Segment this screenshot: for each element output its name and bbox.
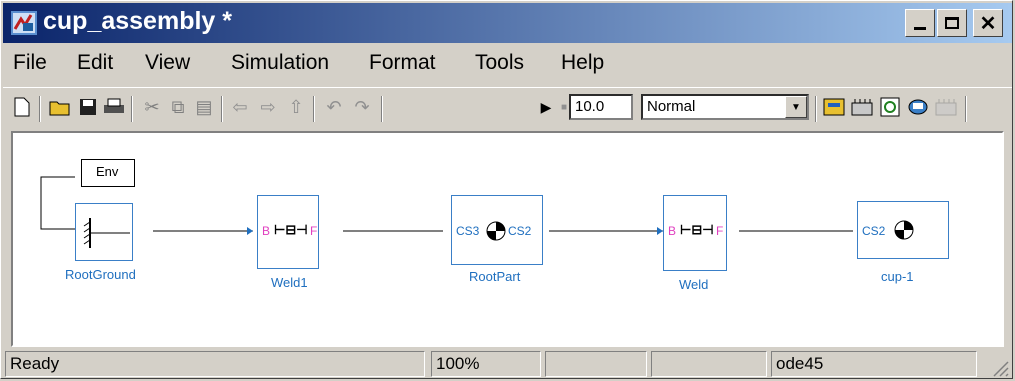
rootpart-block[interactable]: CS3 CS2 <box>451 195 543 265</box>
rootpart-port-cs2: CS2 <box>508 224 532 238</box>
maximize-icon <box>945 17 959 29</box>
print-button[interactable] <box>103 96 125 118</box>
menu-bar: File Edit View Simulation Format Tools H… <box>3 45 1012 85</box>
rootpart-label: RootPart <box>469 269 521 284</box>
new-file-icon <box>14 97 30 117</box>
menu-edit[interactable]: Edit <box>77 51 113 75</box>
weld-port-f: F <box>716 224 724 238</box>
menu-help[interactable]: Help <box>561 51 604 75</box>
rootground-block[interactable] <box>75 203 133 261</box>
library-browser-button[interactable] <box>851 96 873 118</box>
weld-block[interactable]: B ⊢⊟⊣ F <box>663 195 727 271</box>
rootpart-port-cs3: CS3 <box>456 224 480 238</box>
env-block[interactable]: Env <box>81 159 135 187</box>
back-arrow-icon: ⇦ <box>232 96 248 117</box>
copy-button[interactable]: ⧉ <box>167 96 189 118</box>
printer-icon <box>104 98 124 113</box>
play-icon: ▶ <box>540 98 552 115</box>
build-button[interactable] <box>823 96 845 118</box>
menu-file[interactable]: File <box>13 51 47 75</box>
forward-arrow-icon: ⇨ <box>260 96 276 117</box>
undo-icon: ↶ <box>326 96 342 117</box>
open-button[interactable] <box>49 96 71 118</box>
paste-icon: ▤ <box>195 96 213 117</box>
cup-port-cs2: CS2 <box>862 224 886 238</box>
new-model-button[interactable] <box>11 96 33 118</box>
forward-button[interactable]: ⇨ <box>257 96 279 118</box>
rootground-label: RootGround <box>65 267 136 282</box>
cup-block[interactable]: CS2 <box>857 201 949 259</box>
redo-icon: ↷ <box>354 96 370 117</box>
save-icon <box>80 99 96 115</box>
status-zoom: 100% <box>431 351 541 377</box>
copy-icon: ⧉ <box>171 96 185 117</box>
close-icon: ✕ <box>979 12 997 35</box>
dropdown-arrow-icon[interactable]: ▼ <box>785 96 807 118</box>
refresh-icon <box>880 97 900 117</box>
simulation-mode-value: Normal <box>647 98 696 115</box>
paste-button[interactable]: ▤ <box>193 96 215 118</box>
cut-button[interactable]: ✂ <box>141 96 163 118</box>
up-arrow-icon: ⇧ <box>288 96 304 117</box>
weld-icon: ⊢⊟⊣ <box>274 222 308 237</box>
minimize-button[interactable] <box>905 9 935 37</box>
env-label: Env <box>96 164 119 179</box>
model-canvas[interactable]: Env RootGround B ⊢⊟⊣ F Weld1 CS3 CS2 Roo… <box>11 131 1004 347</box>
update-diagram-button[interactable] <box>879 96 901 118</box>
center-of-gravity-icon <box>894 220 914 240</box>
minimize-icon <box>914 26 926 30</box>
build-icon <box>823 98 845 116</box>
back-button[interactable]: ⇦ <box>229 96 251 118</box>
weld-label: Weld <box>679 277 709 292</box>
open-folder-icon <box>49 101 70 116</box>
weld1-block[interactable]: B ⊢⊟⊣ F <box>257 195 319 269</box>
undo-button[interactable]: ↶ <box>323 96 345 118</box>
debug-icon <box>935 99 957 116</box>
window-title: cup_assembly * <box>43 7 232 35</box>
scissors-icon: ✂ <box>144 96 160 117</box>
up-button[interactable]: ⇧ <box>285 96 307 118</box>
library-icon <box>851 99 873 116</box>
resize-grip-icon[interactable] <box>991 359 1009 377</box>
simulink-app-icon <box>11 11 37 35</box>
model-explorer-button[interactable] <box>907 96 929 118</box>
debug-button[interactable] <box>935 96 957 118</box>
status-panel-empty-1 <box>545 351 647 377</box>
center-of-gravity-icon <box>486 221 506 241</box>
ground-icon <box>83 218 130 248</box>
stop-icon: ■ <box>560 101 568 113</box>
status-panel-empty-2 <box>651 351 767 377</box>
weld-port-b: B <box>668 224 677 238</box>
menu-simulation[interactable]: Simulation <box>231 51 329 75</box>
weld1-port-f: F <box>310 224 318 238</box>
menu-tools[interactable]: Tools <box>475 51 524 75</box>
model-explorer-icon <box>908 99 928 115</box>
menu-format[interactable]: Format <box>369 51 436 75</box>
simulink-window: cup_assembly * ✕ File Edit View Simulati… <box>0 0 1013 379</box>
status-solver: ode45 <box>771 351 977 377</box>
title-bar[interactable]: cup_assembly * ✕ <box>3 3 1012 43</box>
weld-icon: ⊢⊟⊣ <box>680 222 714 237</box>
cup-label: cup-1 <box>881 269 914 284</box>
toolbar: ✂ ⧉ ▤ ⇦ ⇨ ⇧ ↶ ↷ ▶ ■ 10.0 Normal ▼ <box>3 87 1012 128</box>
status-ready: Ready <box>5 351 425 377</box>
weld1-label: Weld1 <box>271 275 308 290</box>
weld1-port-b: B <box>262 224 271 238</box>
simulation-mode-select[interactable]: Normal ▼ <box>641 94 809 120</box>
close-button[interactable]: ✕ <box>973 9 1003 37</box>
save-button[interactable] <box>77 96 99 118</box>
stop-time-input[interactable]: 10.0 <box>569 94 633 120</box>
menu-view[interactable]: View <box>145 51 190 75</box>
maximize-button[interactable] <box>937 9 967 37</box>
redo-button[interactable]: ↷ <box>351 96 373 118</box>
status-bar: Ready 100% ode45 <box>3 349 1012 379</box>
